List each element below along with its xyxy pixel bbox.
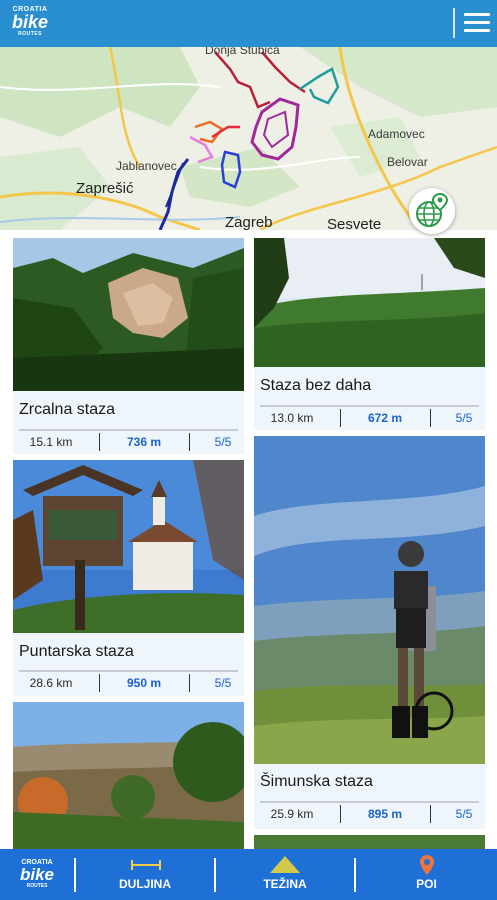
map-label-zapresic: Zaprešić [76,180,134,197]
bottom-nav-logo[interactable]: CROATIA bike ROUTES [0,849,74,900]
route-card-zrcalna[interactable]: Zrcalna staza 15.1 km 736 m 5/5 [13,238,244,454]
route-difficulty: 5/5 [455,807,473,821]
nav-item-poi[interactable]: POI [356,849,497,900]
nav-label-duljina: DULJINA [118,877,171,891]
stat-divider [430,409,431,427]
map-label-donja-stubica: Donja Stubica [205,47,280,57]
stat-divider [340,805,341,823]
route-elevation: 736 m [126,435,162,449]
route-elevation: 950 m [126,676,162,690]
bottom-navigation: CROATIA bike ROUTES DULJINA TEŽINA POI [0,849,497,900]
route-length: 15.1 km [29,435,73,449]
logo-line-2: bike [19,865,55,884]
route-difficulty: 5/5 [455,411,473,425]
map-label-zagreb: Zagreb [225,214,273,230]
route-stats: 25.9 km 895 m 5/5 [260,801,479,825]
map-label-adamovec: Adamovec [368,127,425,141]
top-app-bar: CROATIA bike ROUTES [0,0,497,47]
route-card-partial-left[interactable] [13,702,244,849]
route-title: Puntarska staza [19,643,134,660]
stat-divider [99,433,100,451]
stat-divider [189,433,190,451]
route-length: 13.0 km [270,411,314,425]
route-title: Staza bez daha [260,377,372,394]
route-card-puntarska[interactable]: Puntarska staza 28.6 km 950 m 5/5 [13,460,244,696]
route-stats: 15.1 km 736 m 5/5 [19,429,238,453]
stat-divider [99,674,100,692]
route-card-bez-daha[interactable]: Staza bez daha 13.0 km 672 m 5/5 [254,238,485,430]
stat-divider [189,674,190,692]
nav-label-poi: POI [416,877,437,891]
route-elevation: 672 m [367,411,403,425]
route-difficulty: 5/5 [214,435,232,449]
route-photo [13,238,244,391]
globe-location-icon[interactable] [409,188,455,234]
nav-label-tezina: TEŽINA [263,877,307,891]
map-label-sesvete: Sesvete [327,216,382,230]
nav-item-duljina[interactable]: DULJINA [76,849,214,900]
route-photo [254,238,485,367]
route-photo [13,702,244,849]
route-length: 28.6 km [29,676,73,690]
nav-item-tezina[interactable]: TEŽINA [216,849,354,900]
map-label-jablanovec: Jablanovec [116,159,177,173]
route-title: Zrcalna staza [19,401,116,418]
route-photo [254,835,485,849]
route-photo [254,436,485,764]
route-stats: 28.6 km 950 m 5/5 [19,670,238,694]
route-card-simunska[interactable]: Šimunska staza 25.9 km 895 m 5/5 [254,436,485,829]
route-card-partial-right[interactable] [254,835,485,849]
route-length: 25.9 km [270,807,314,821]
app-logo[interactable]: CROATIA bike ROUTES [8,6,52,40]
route-elevation: 895 m [367,807,403,821]
map-pin-icon [420,855,434,875]
route-title: Šimunska staza [260,773,373,790]
map-label-belovar: Belovar [387,155,428,169]
route-photo [13,460,244,633]
logo-line-2: bike [11,12,49,32]
stat-divider [430,805,431,823]
mountain-icon [270,856,300,873]
length-ruler-icon [131,860,161,870]
route-difficulty: 5/5 [214,676,232,690]
route-stats: 13.0 km 672 m 5/5 [260,405,479,429]
hamburger-menu-icon[interactable] [453,8,490,38]
stat-divider [340,409,341,427]
